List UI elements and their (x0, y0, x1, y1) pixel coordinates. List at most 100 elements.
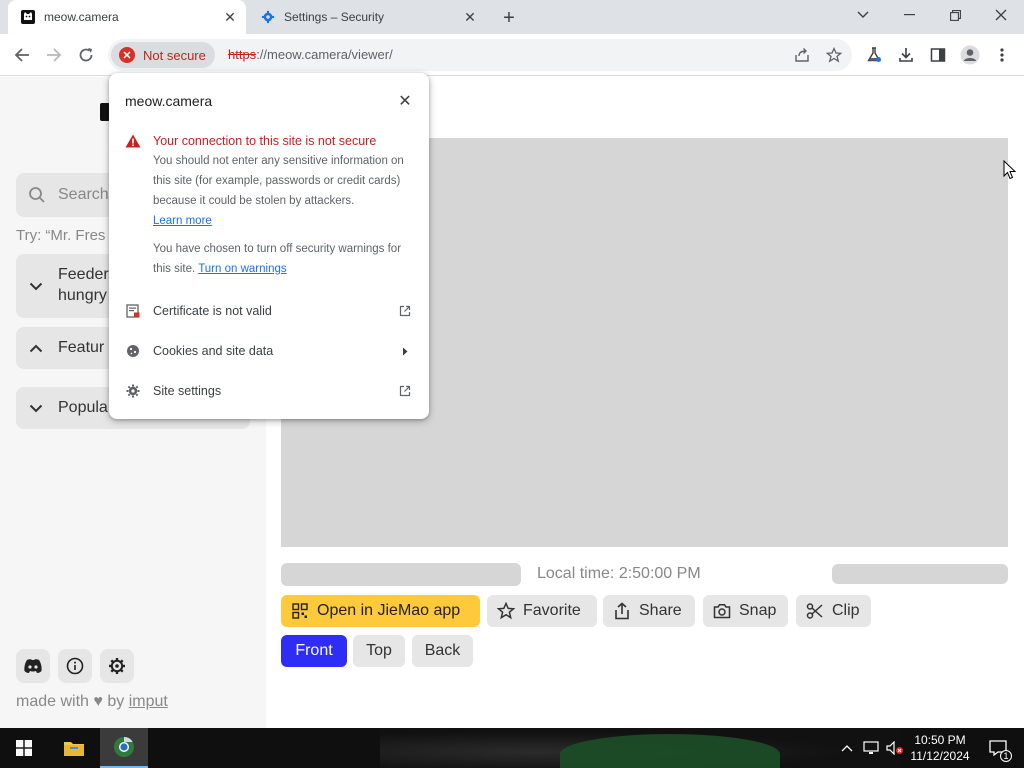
search-placeholder: Search (58, 186, 109, 203)
discord-icon (24, 659, 42, 673)
windows-logo-icon (16, 740, 32, 756)
browser-toolbar: ✕ Not secure https://meow.camera/viewer/ (0, 34, 1024, 76)
reload-button[interactable] (73, 42, 99, 68)
profile-avatar-icon[interactable] (957, 42, 983, 68)
accordion-label-line2: hungry (58, 287, 107, 304)
scissors-icon (806, 602, 824, 620)
address-bar[interactable]: ✕ Not secure https://meow.camera/viewer/ (108, 39, 852, 71)
info-button[interactable] (58, 649, 92, 683)
bookmark-star-icon[interactable] (824, 45, 844, 65)
open-in-app-button[interactable]: Open in JieMao app (281, 595, 480, 627)
close-window-button[interactable] (978, 0, 1024, 30)
minimize-button[interactable] (886, 0, 932, 30)
row-label: Certificate is not valid (153, 304, 272, 318)
author-link[interactable]: imput (129, 693, 168, 710)
warning-body: You should not enter any sensitive infor… (153, 151, 415, 231)
tab-search-icon[interactable] (840, 0, 886, 30)
security-chip-label: Not secure (143, 47, 206, 63)
flask-icon[interactable] (861, 42, 887, 68)
button-label: Open in JieMao app (317, 602, 461, 619)
gear-icon (260, 9, 276, 25)
new-tab-button[interactable]: + (498, 7, 520, 29)
clock-date: 11/12/2024 (910, 749, 970, 763)
volume-muted-icon[interactable] (884, 728, 906, 768)
camera-icon (713, 602, 731, 620)
not-secure-icon: ✕ (119, 47, 135, 63)
close-tab-icon[interactable]: ✕ (222, 9, 238, 25)
tab-strip: meow.camera ✕ Settings – Security ✕ + (0, 0, 1024, 34)
info-icon (66, 657, 84, 675)
star-icon (497, 602, 515, 620)
view-top-button[interactable]: Top (353, 635, 405, 667)
by-text: by (107, 693, 125, 710)
share-icon (613, 602, 631, 620)
show-hidden-icons-icon[interactable] (838, 728, 856, 768)
made-with-credit: made with ♥ by imput (16, 693, 168, 711)
clip-button[interactable]: Clip (796, 595, 871, 627)
notification-count: 1 (1000, 750, 1012, 762)
warning-body-text: You should not enter any sensitive infor… (153, 155, 404, 207)
security-chip[interactable]: ✕ Not secure (111, 42, 215, 68)
learn-more-link[interactable]: Learn more (153, 215, 212, 227)
file-explorer-button[interactable] (50, 728, 98, 768)
loading-skeleton (832, 564, 1008, 584)
folder-icon (64, 742, 84, 756)
favorite-button[interactable]: Favorite (487, 595, 597, 627)
close-tab-icon[interactable]: ✕ (462, 9, 478, 25)
tab-title: Settings – Security (284, 10, 385, 24)
loading-skeleton (281, 563, 521, 586)
site-settings-row[interactable]: Site settings (109, 371, 429, 411)
gear-icon (109, 658, 125, 674)
chrome-taskbar-button[interactable] (100, 728, 148, 768)
back-button[interactable] (9, 42, 35, 68)
heart-icon: ♥ (93, 693, 103, 710)
chosen-text: You have chosen to turn off security war… (153, 239, 415, 279)
chevron-up-icon (28, 340, 44, 356)
warning-icon (125, 134, 141, 148)
taskbar-clock[interactable]: 10:50 PM 11/12/2024 (904, 732, 976, 764)
close-popup-icon[interactable]: ✕ (397, 93, 413, 110)
tab-meow-camera[interactable]: meow.camera ✕ (8, 0, 246, 34)
accordion-label: Featur (58, 339, 105, 356)
windows-taskbar: 10:50 PM 11/12/2024 1 (0, 728, 1024, 768)
chevron-down-icon (28, 400, 44, 416)
tab-settings-security[interactable]: Settings – Security ✕ (248, 0, 486, 34)
cookies-row[interactable]: Cookies and site data (109, 331, 429, 371)
start-button[interactable] (0, 728, 48, 768)
mouse-cursor-icon (1003, 160, 1017, 180)
chevron-right-icon (397, 343, 413, 359)
view-back-button[interactable]: Back (412, 635, 473, 667)
snap-button[interactable]: Snap (703, 595, 788, 627)
action-center-button[interactable]: 1 (978, 728, 1018, 768)
chevron-down-icon (28, 278, 44, 294)
url-scheme: https (228, 47, 257, 62)
share-button[interactable]: Share (603, 595, 695, 627)
wallpaper-peek (560, 734, 780, 768)
restore-button[interactable] (932, 0, 978, 30)
discord-button[interactable] (16, 649, 50, 683)
button-label: Clip (832, 602, 860, 619)
site-info-popup: meow.camera ✕ Your connection to this si… (109, 73, 429, 419)
settings-button[interactable] (100, 649, 134, 683)
url-rest: ://meow.camera/viewer/ (256, 47, 393, 62)
menu-dots-icon[interactable] (989, 42, 1015, 68)
view-front-button[interactable]: Front (281, 635, 347, 667)
url-text[interactable]: https://meow.camera/viewer/ (228, 47, 393, 62)
accordion-label: Popula (58, 399, 108, 416)
made-with-text: made with (16, 693, 89, 710)
certificate-row[interactable]: Certificate is not valid (109, 291, 429, 331)
download-icon[interactable] (893, 42, 919, 68)
warning-title: Your connection to this site is not secu… (153, 134, 377, 148)
network-icon[interactable] (860, 728, 882, 768)
forward-button[interactable] (41, 42, 67, 68)
share-icon[interactable] (792, 45, 812, 65)
row-label: Site settings (153, 384, 222, 398)
row-label: Cookies and site data (153, 344, 274, 358)
external-link-icon (397, 383, 413, 399)
side-panel-icon[interactable] (925, 42, 951, 68)
accordion-label: Feeder hungry (58, 264, 109, 306)
search-suggestion-text: Try: “Mr. Fres (16, 227, 106, 244)
cat-icon (20, 9, 36, 25)
turn-on-warnings-link[interactable]: Turn on warnings (198, 263, 286, 275)
gear-icon (125, 383, 141, 399)
